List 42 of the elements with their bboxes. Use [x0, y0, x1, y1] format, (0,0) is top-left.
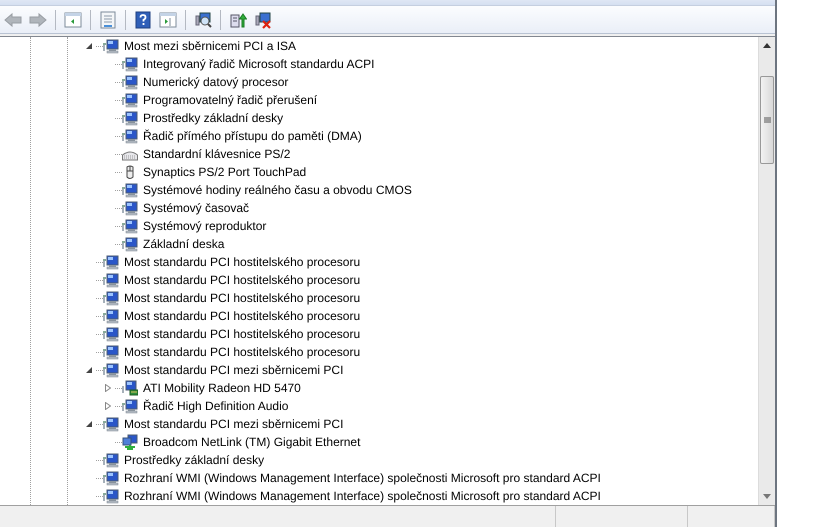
- device-label[interactable]: Integrovaný řadič Microsoft standardu ACPI: [142, 56, 376, 72]
- pane-icon: [159, 10, 177, 28]
- collapse-arrow-icon[interactable]: [84, 419, 94, 429]
- device-label[interactable]: Prostředky základní desky: [123, 452, 266, 468]
- scan-hardware-icon: [194, 10, 212, 28]
- device-label[interactable]: Most standardu PCI hostitelského procesoru: [123, 326, 362, 342]
- device-label[interactable]: Rozhraní WMI (Windows Management Interface) společnosti Microsoft pro standard ACPI: [123, 488, 602, 504]
- device-label[interactable]: Most standardu PCI hostitelského procesoru: [123, 254, 362, 270]
- back-arrow-icon: [4, 10, 22, 28]
- vertical-scrollbar[interactable]: [758, 37, 775, 505]
- device-label[interactable]: Rozhraní WMI (Windows Management Interface) společnosti Microsoft pro standard ACPI: [123, 470, 602, 486]
- device-label[interactable]: Most standardu PCI mezi sběrnicemi PCI: [123, 362, 344, 378]
- device-label[interactable]: Most standardu PCI hostitelského procesoru: [123, 290, 362, 306]
- device-label[interactable]: Standardní klávesnice PS/2: [142, 146, 292, 162]
- device-label[interactable]: Systémový časovač: [142, 200, 250, 216]
- device-label[interactable]: Programovatelný řadič přerušení: [142, 92, 318, 108]
- forward-arrow-icon: [29, 10, 47, 28]
- uninstall-icon: [254, 10, 272, 28]
- update-driver-icon: [229, 10, 247, 28]
- device-label[interactable]: Systémový reproduktor: [142, 218, 268, 234]
- device-label[interactable]: Most standardu PCI hostitelského procesoru: [123, 308, 362, 324]
- device-label[interactable]: Most mezi sběrnicemi PCI a ISA: [123, 38, 298, 54]
- expand-arrow-icon[interactable]: [103, 401, 113, 411]
- device-label[interactable]: Prostředky základní desky: [142, 110, 284, 126]
- collapse-arrow-icon[interactable]: [84, 41, 94, 51]
- device-label[interactable]: Řadič High Definition Audio: [142, 398, 290, 414]
- device-label[interactable]: Numerický datový procesor: [142, 74, 290, 90]
- device-label[interactable]: Systémové hodiny reálného času a obvodu CMOS: [142, 182, 413, 198]
- pane-icon: [64, 10, 82, 28]
- collapse-arrow-icon[interactable]: [84, 365, 94, 375]
- scroll-thumb[interactable]: [760, 76, 774, 164]
- help-icon: [134, 10, 152, 28]
- device-label[interactable]: Most standardu PCI mezi sběrnicemi PCI: [123, 416, 344, 432]
- properties-icon: [99, 10, 117, 28]
- device-label[interactable]: ATI Mobility Radeon HD 5470: [142, 380, 302, 396]
- device-label[interactable]: Řadič přímého přístupu do paměti (DMA): [142, 128, 363, 144]
- expand-arrow-icon[interactable]: [103, 383, 113, 393]
- device-label[interactable]: Most standardu PCI hostitelského procesoru: [123, 344, 362, 360]
- device-label[interactable]: Broadcom NetLink (TM) Gigabit Ethernet: [142, 434, 362, 450]
- device-label[interactable]: Synaptics PS/2 Port TouchPad: [142, 164, 308, 180]
- device-label[interactable]: Základní deska: [142, 236, 226, 252]
- device-label[interactable]: Most standardu PCI hostitelského procesoru: [123, 272, 362, 288]
